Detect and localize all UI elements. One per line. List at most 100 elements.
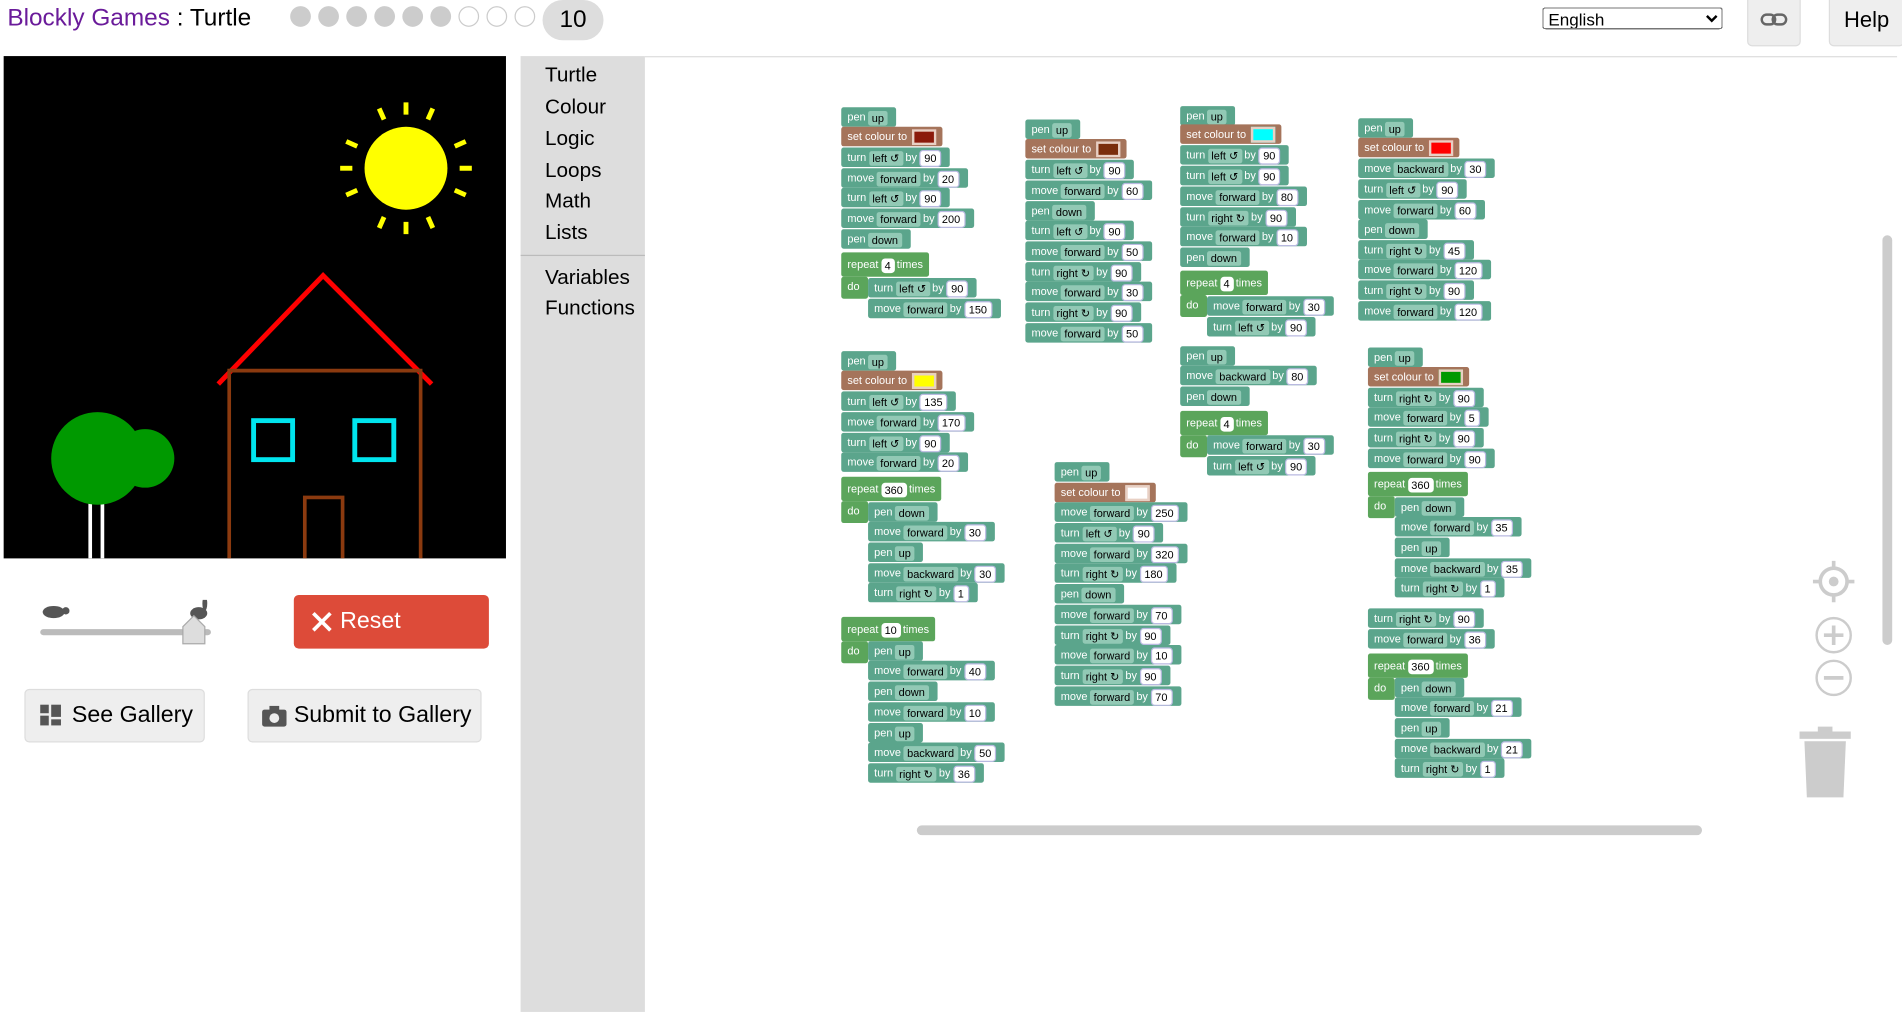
repeat-count[interactable]: 4 <box>880 258 895 273</box>
distance-value[interactable]: 50 <box>1121 325 1144 343</box>
repeat-count[interactable]: 4 <box>1219 416 1234 432</box>
move-block[interactable]: move forward by 5 <box>1367 407 1489 427</box>
category-lists[interactable]: Lists <box>545 221 588 245</box>
move-block[interactable]: move forward by 30 <box>1207 435 1334 455</box>
direction-dropdown[interactable]: left ↺ <box>1052 162 1088 178</box>
move-direction-dropdown[interactable]: forward <box>1089 648 1134 663</box>
set-colour-block[interactable]: set colour to <box>841 126 943 147</box>
distance-value[interactable]: 30 <box>974 565 997 583</box>
pen-block[interactable]: pen down <box>1394 497 1464 517</box>
pen-block[interactable]: pen up <box>1025 119 1081 139</box>
move-block[interactable]: move forward by 70 <box>1054 604 1181 625</box>
category-colour[interactable]: Colour <box>545 95 606 119</box>
pen-state-dropdown[interactable]: up <box>1081 465 1101 480</box>
category-variables[interactable]: Variables <box>545 266 630 290</box>
move-direction-dropdown[interactable]: forward <box>903 664 948 679</box>
vertical-scrollbar[interactable] <box>1882 235 1893 645</box>
repeat-block[interactable]: repeat 4 times <box>841 252 930 277</box>
colour-swatch[interactable] <box>1250 126 1276 143</box>
speed-slider[interactable] <box>37 596 214 649</box>
turn-block[interactable]: turn left ↺ by 90 <box>841 147 950 168</box>
pen-state-dropdown[interactable]: up <box>1052 122 1072 138</box>
turn-block[interactable]: turn right ↻ by 90 <box>1054 665 1170 686</box>
move-direction-dropdown[interactable]: forward <box>903 301 948 317</box>
direction-dropdown[interactable]: right ↻ <box>1082 628 1123 644</box>
pen-state-dropdown[interactable]: down <box>1052 204 1086 219</box>
move-block[interactable]: move forward by 35 <box>1394 516 1522 537</box>
move-block[interactable]: move forward by 170 <box>841 412 974 432</box>
move-block[interactable]: move forward by 320 <box>1054 543 1187 564</box>
distance-value[interactable]: 60 <box>1453 201 1476 219</box>
distance-value[interactable]: 80 <box>1286 367 1309 385</box>
pen-block[interactable]: pen up <box>1394 718 1450 738</box>
zoom-out-icon[interactable] <box>1812 657 1856 701</box>
pen-block[interactable]: pen down <box>1394 677 1464 698</box>
turn-block[interactable]: turn left ↺ by 90 <box>841 432 950 453</box>
pen-block[interactable]: pen up <box>1358 118 1414 138</box>
colour-swatch[interactable] <box>911 129 937 146</box>
repeat-count[interactable]: 10 <box>880 622 901 638</box>
move-block[interactable]: move forward by 30 <box>1025 281 1152 302</box>
pen-state-dropdown[interactable]: up <box>894 644 915 660</box>
distance-value[interactable]: 50 <box>1121 243 1144 261</box>
move-block[interactable]: move forward by 40 <box>868 660 995 681</box>
set-colour-block[interactable]: set colour to <box>1025 138 1127 159</box>
angle-value[interactable]: 90 <box>919 189 942 207</box>
level-dot-9[interactable] <box>514 6 536 27</box>
turn-block[interactable]: turn right ↻ by 90 <box>1025 302 1141 322</box>
turn-block[interactable]: turn right ↻ by 36 <box>868 763 984 783</box>
turn-block[interactable]: turn left ↺ by 90 <box>1180 145 1289 165</box>
distance-value[interactable]: 70 <box>1150 606 1173 624</box>
move-block[interactable]: move forward by 10 <box>1054 644 1181 665</box>
distance-value[interactable]: 30 <box>1121 283 1144 301</box>
direction-dropdown[interactable]: left ↺ <box>1234 320 1269 335</box>
move-block[interactable]: move backward by 21 <box>1394 738 1532 759</box>
move-direction-dropdown[interactable]: backward <box>1430 561 1485 577</box>
pen-state-dropdown[interactable]: down <box>1081 587 1116 602</box>
pen-block[interactable]: pen down <box>1025 201 1095 221</box>
pen-state-dropdown[interactable]: up <box>1394 350 1415 366</box>
angle-value[interactable]: 90 <box>919 149 942 167</box>
level-dot-8[interactable] <box>486 6 508 27</box>
pen-block[interactable]: pen up <box>868 722 923 743</box>
distance-value[interactable]: 170 <box>937 414 966 432</box>
colour-swatch[interactable] <box>911 373 937 390</box>
turn-block[interactable]: turn left ↺ by 90 <box>1180 165 1289 186</box>
turn-block[interactable]: turn right ↻ by 45 <box>1358 240 1474 260</box>
angle-value[interactable]: 180 <box>1139 565 1168 583</box>
distance-value[interactable]: 20 <box>937 454 959 472</box>
direction-dropdown[interactable]: left ↺ <box>868 436 903 451</box>
repeat-count[interactable]: 4 <box>1219 276 1234 291</box>
angle-value[interactable]: 90 <box>1139 627 1162 645</box>
move-direction-dropdown[interactable]: forward <box>1403 451 1448 467</box>
angle-value[interactable]: 90 <box>1443 282 1466 300</box>
angle-value[interactable]: 36 <box>952 765 975 783</box>
angle-value[interactable]: 90 <box>1285 457 1308 476</box>
angle-value[interactable]: 90 <box>1103 222 1126 240</box>
distance-value[interactable]: 10 <box>1275 228 1298 246</box>
move-direction-dropdown[interactable]: forward <box>903 525 948 540</box>
level-dot-7[interactable] <box>458 6 480 27</box>
move-direction-dropdown[interactable]: backward <box>1393 161 1448 177</box>
repeat-block[interactable]: repeat 4 times <box>1180 410 1269 436</box>
move-direction-dropdown[interactable]: forward <box>1403 410 1448 426</box>
distance-value[interactable]: 80 <box>1275 188 1298 206</box>
move-direction-dropdown[interactable]: forward <box>1403 632 1448 647</box>
move-direction-dropdown[interactable]: forward <box>1089 505 1134 521</box>
move-direction-dropdown[interactable]: forward <box>903 705 948 721</box>
level-dot-3[interactable] <box>346 6 367 27</box>
pen-state-dropdown[interactable]: down <box>1385 222 1419 238</box>
angle-value[interactable]: 1 <box>952 584 969 602</box>
pen-block[interactable]: pen up <box>868 542 923 563</box>
move-block[interactable]: move forward by 10 <box>868 702 995 722</box>
move-direction-dropdown[interactable]: forward <box>1089 607 1134 623</box>
submit-gallery-button[interactable]: Submit to Gallery <box>247 688 482 743</box>
direction-dropdown[interactable]: right ↻ <box>1422 581 1464 596</box>
direction-dropdown[interactable]: right ↻ <box>1395 431 1437 446</box>
move-block[interactable]: move forward by 21 <box>1394 697 1522 717</box>
angle-value[interactable]: 90 <box>1110 304 1133 322</box>
pen-state-dropdown[interactable]: down <box>894 684 929 700</box>
trash-icon[interactable] <box>1795 724 1856 802</box>
pen-state-dropdown[interactable]: up <box>1421 540 1442 556</box>
distance-value[interactable]: 21 <box>1500 740 1523 758</box>
